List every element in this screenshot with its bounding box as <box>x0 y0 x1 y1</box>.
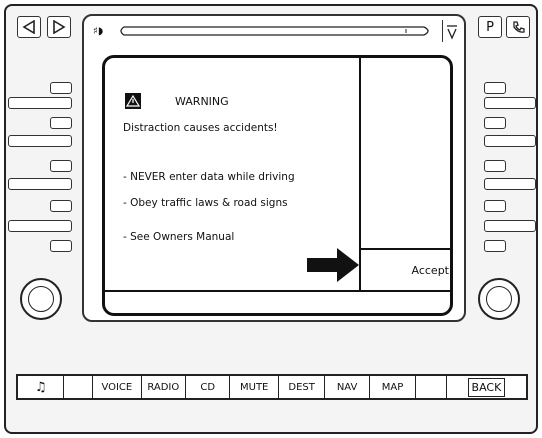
radio-label: RADIO <box>147 381 180 393</box>
seek-right-button[interactable] <box>47 16 71 38</box>
voice-label: VOICE <box>101 381 133 393</box>
audio-source-icon[interactable]: ♯◗ <box>92 22 114 38</box>
mute-label: MUTE <box>240 381 269 393</box>
cd-label: CD <box>200 381 216 393</box>
phone-icon <box>513 21 525 33</box>
accept-button[interactable]: Accept <box>359 248 450 290</box>
left-preset-button[interactable] <box>50 240 72 252</box>
warning-bullet: - Obey traffic laws & road signs <box>123 197 288 209</box>
mute-button[interactable]: MUTE <box>230 376 279 398</box>
left-preset-button[interactable] <box>50 200 72 212</box>
left-volume-knob[interactable] <box>20 278 62 320</box>
map-button[interactable]: MAP <box>370 376 417 398</box>
left-preset-button[interactable] <box>8 178 72 190</box>
right-preset-button[interactable] <box>484 160 506 172</box>
left-preset-button[interactable] <box>8 97 72 109</box>
bottom-button-bar: ♫ VOICE RADIO CD MUTE DEST NAV MAP BACK <box>16 374 528 400</box>
right-preset-button[interactable] <box>484 220 536 232</box>
volume-slider[interactable] <box>118 24 438 38</box>
right-preset-button[interactable] <box>484 240 506 252</box>
phone-button[interactable] <box>506 16 530 38</box>
right-preset-button[interactable] <box>484 82 506 94</box>
right-arrow-icon <box>53 20 66 34</box>
p-icon: P <box>486 19 494 35</box>
back-label: BACK <box>467 377 506 397</box>
back-button[interactable]: BACK <box>447 376 526 398</box>
knob-center <box>486 286 512 312</box>
left-preset-button[interactable] <box>8 220 72 232</box>
right-preset-button[interactable] <box>484 178 536 190</box>
dest-button[interactable]: DEST <box>279 376 326 398</box>
seek-left-button[interactable] <box>17 16 41 38</box>
pointer-arrow-icon <box>307 248 359 282</box>
warning-bullet: - NEVER enter data while driving <box>123 171 295 183</box>
cd-button[interactable]: CD <box>186 376 231 398</box>
right-preset-button[interactable] <box>484 117 506 129</box>
warning-subtitle: Distraction causes accidents! <box>123 122 278 134</box>
nav-button[interactable]: NAV <box>325 376 370 398</box>
svg-text:♯◗: ♯◗ <box>93 26 103 37</box>
left-preset-button[interactable] <box>8 135 72 147</box>
dropdown-button[interactable] <box>442 20 460 42</box>
down-arrow-icon <box>447 25 457 40</box>
accept-label: Accept <box>411 263 450 277</box>
left-preset-button[interactable] <box>50 82 72 94</box>
right-preset-button[interactable] <box>484 200 506 212</box>
spacer-button[interactable] <box>64 376 94 398</box>
left-arrow-icon <box>22 20 35 34</box>
display-screen: WARNING Distraction causes accidents! - … <box>102 55 453 316</box>
warning-icon <box>125 93 141 109</box>
music-button[interactable]: ♫ <box>18 376 65 398</box>
warning-title: WARNING <box>175 95 229 108</box>
spacer-button[interactable] <box>416 376 447 398</box>
right-preset-button[interactable] <box>484 97 536 109</box>
warning-bullet: - See Owners Manual <box>123 231 235 243</box>
nav-label: NAV <box>336 381 358 393</box>
radio-button[interactable]: RADIO <box>142 376 187 398</box>
right-preset-button[interactable] <box>484 135 536 147</box>
dest-label: DEST <box>288 381 315 393</box>
left-preset-button[interactable] <box>50 117 72 129</box>
status-strip-divider <box>105 290 450 292</box>
right-tune-knob[interactable] <box>478 278 520 320</box>
voice-button[interactable]: VOICE <box>93 376 142 398</box>
music-note-icon: ♫ <box>34 379 47 395</box>
p-button[interactable]: P <box>478 16 502 38</box>
left-preset-button[interactable] <box>50 160 72 172</box>
map-label: MAP <box>381 381 404 393</box>
knob-center <box>28 286 54 312</box>
